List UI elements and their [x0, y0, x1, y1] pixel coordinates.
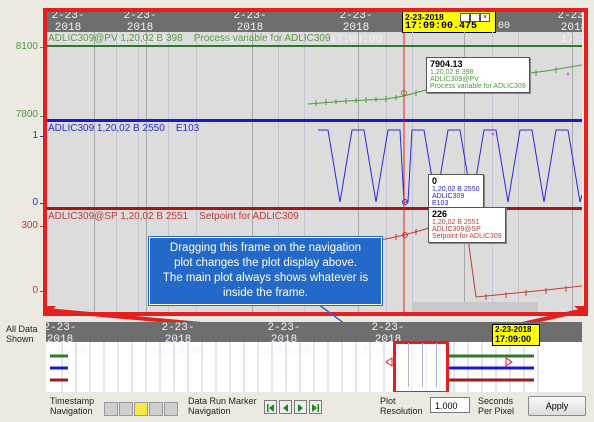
first-marker-button[interactable] — [264, 400, 277, 414]
prev-timestamp-button[interactable] — [119, 402, 133, 416]
next-marker-button[interactable] — [294, 400, 307, 414]
prev-marker-button[interactable] — [279, 400, 292, 414]
current-timestamp-button[interactable] — [134, 402, 148, 416]
last-timestamp-button[interactable] — [164, 402, 178, 416]
timestamp-nav-label: Timestamp Navigation — [50, 396, 95, 416]
plot-resolution-input[interactable]: 1.000 — [430, 397, 470, 413]
plot-resolution-label: Plot Resolution — [380, 396, 423, 416]
last-marker-button[interactable] — [309, 400, 322, 414]
marker-nav-label: Data Run Marker Navigation — [188, 396, 257, 416]
next-timestamp-button[interactable] — [149, 402, 163, 416]
nav-traces — [50, 342, 539, 392]
instruction-callout: Dragging this frame on the navigation pl… — [149, 237, 382, 305]
navigation-plot[interactable]: 2-23-201816:30:00 2-23-201816:40:00 2-23… — [46, 322, 582, 392]
units-label: Seconds Per Pixel — [478, 396, 515, 416]
nav-frame-grid — [396, 343, 442, 387]
first-timestamp-button[interactable] — [104, 402, 118, 416]
nav-label: All Data Shown — [6, 324, 38, 344]
nav-cursor-badge: 2-23-2018 17:09:00 — [492, 324, 540, 346]
apply-button[interactable]: Apply — [528, 396, 586, 416]
